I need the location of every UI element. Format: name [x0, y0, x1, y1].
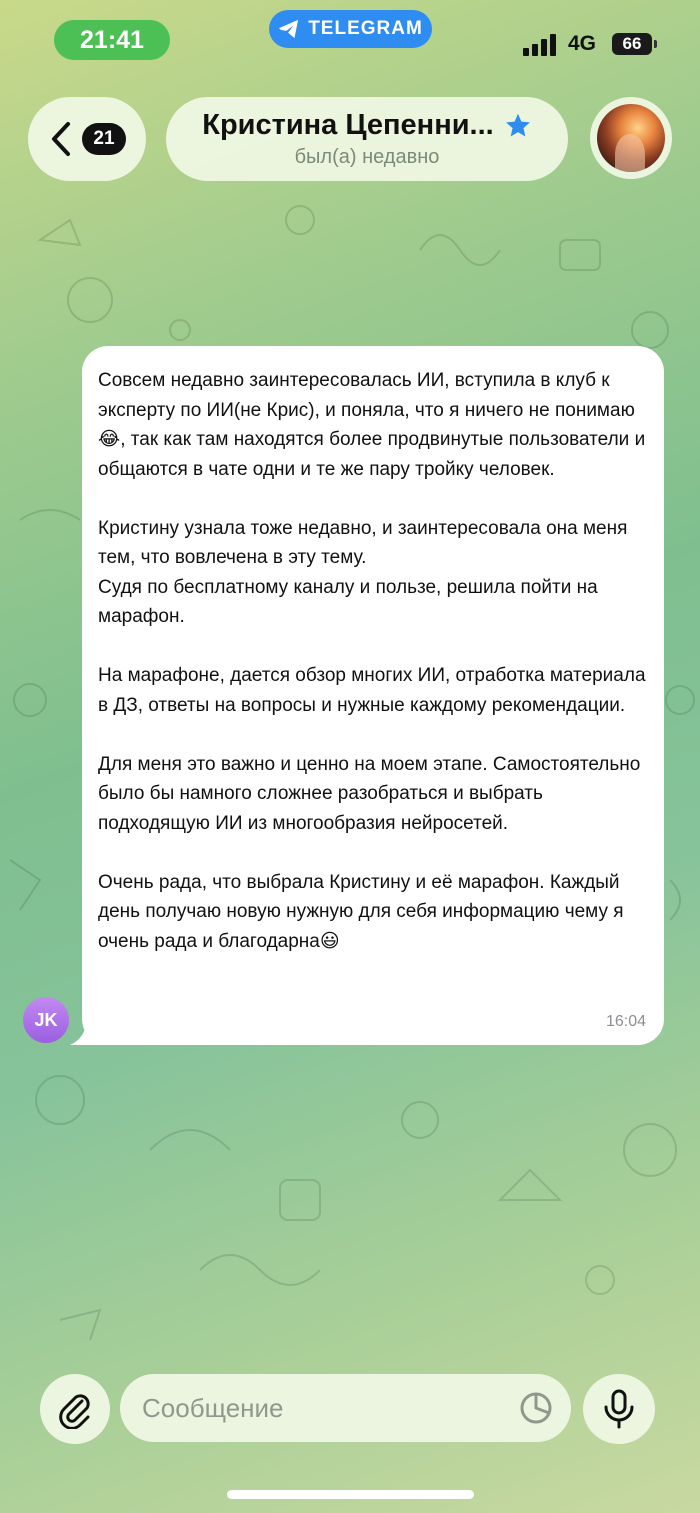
message-paragraph: На марафоне, дается обзор многих ИИ, отр…	[98, 665, 646, 716]
telegram-plane-icon	[279, 19, 299, 39]
sticker-icon[interactable]	[519, 1391, 553, 1425]
telegram-app-pill[interactable]: TELEGRAM	[269, 10, 432, 48]
last-seen-status: был(а) недавно	[294, 146, 440, 168]
message-paragraph: Совсем недавно заинтересовалась ИИ, всту…	[98, 370, 646, 480]
message-input-container[interactable]	[120, 1374, 571, 1442]
unread-count-badge: 21	[82, 123, 126, 155]
network-type: 4G	[568, 32, 597, 55]
message-timestamp: 16:04	[605, 1013, 646, 1030]
battery-icon: 66	[612, 33, 657, 55]
chevron-left-icon	[52, 122, 70, 156]
incoming-message-bubble[interactable]: Совсем недавно заинтересовалась ИИ, всту…	[82, 346, 664, 1045]
message-input[interactable]	[140, 1391, 504, 1425]
message-paragraph: Кристину узнала тоже недавно, и заинтере…	[98, 517, 628, 628]
contact-avatar-button[interactable]	[590, 97, 672, 179]
attach-button[interactable]	[40, 1374, 110, 1444]
status-time: 21:41	[54, 20, 170, 60]
home-indicator[interactable]	[227, 1490, 474, 1499]
paperclip-icon	[59, 1394, 90, 1429]
battery-level: 66	[622, 34, 642, 53]
voice-record-button[interactable]	[583, 1374, 655, 1444]
contact-avatar	[597, 104, 665, 172]
microphone-icon	[604, 1389, 634, 1429]
star-badge-icon	[505, 113, 530, 136]
message-paragraph: Очень рада, что выбрала Кристину и её ма…	[98, 871, 624, 952]
sender-avatar[interactable]: JK	[23, 997, 69, 1043]
sender-initials: JK	[34, 1009, 58, 1030]
contact-name: Кристина Цепенни...	[202, 109, 494, 141]
telegram-label: TELEGRAM	[308, 18, 423, 39]
signal-strength-icon	[523, 34, 556, 56]
message-paragraph: Для меня это важно и ценно на моем этапе…	[98, 753, 641, 834]
chat-title-header[interactable]: Кристина Цепенни... был(а) недавно	[166, 97, 568, 181]
back-button[interactable]: 21	[28, 97, 146, 181]
status-bar: 21:41 TELEGRAM 4G 66	[0, 0, 700, 80]
